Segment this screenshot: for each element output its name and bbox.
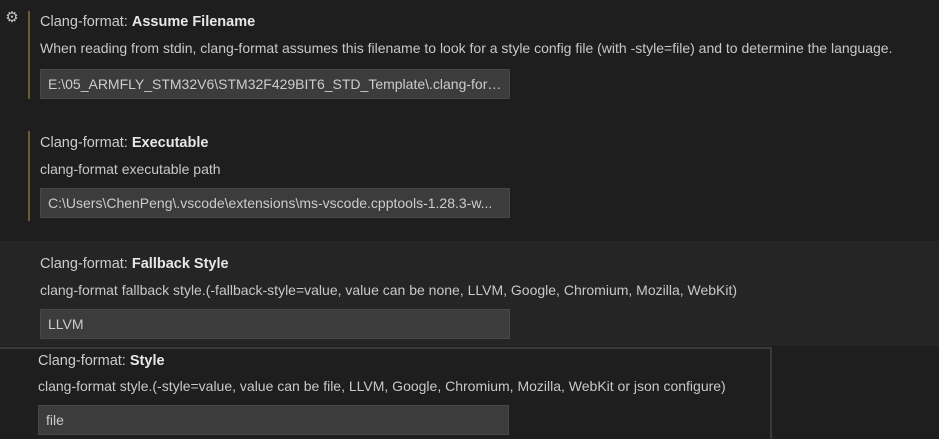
setting-name: Style	[129, 353, 165, 369]
fallback-style-input[interactable]: LLVM	[40, 309, 510, 339]
setting-title: Clang-format: Style	[38, 352, 165, 370]
settings-editor: ⚙ Clang-format: Assume Filename When rea…	[0, 0, 939, 439]
setting-category: Clang-format:	[40, 256, 132, 272]
setting-title: Clang-format: Executable	[40, 134, 208, 152]
setting-category: Clang-format:	[40, 14, 132, 30]
setting-description: clang-format style.(-style=value, value …	[38, 378, 726, 394]
style-input[interactable]: file	[38, 405, 509, 435]
setting-name: Fallback Style	[131, 256, 229, 272]
setting-executable: Clang-format: Executable clang-format ex…	[0, 121, 939, 235]
setting-description: clang-format executable path	[40, 161, 221, 177]
setting-description: clang-format fallback style.(-fallback-s…	[40, 282, 738, 298]
gear-icon[interactable]: ⚙	[4, 10, 20, 26]
setting-name: Executable	[131, 135, 209, 151]
setting-fallback-style: Clang-format: Fallback Style clang-forma…	[0, 241, 939, 346]
setting-title: Clang-format: Assume Filename	[40, 13, 255, 31]
setting-name: Assume Filename	[131, 14, 256, 30]
setting-category: Clang-format:	[38, 353, 130, 369]
setting-title: Clang-format: Fallback Style	[40, 255, 229, 273]
modified-indicator	[28, 131, 30, 221]
executable-input[interactable]: C:\Users\ChenPeng\.vscode\extensions\ms-…	[40, 188, 510, 218]
setting-style: Clang-format: Style clang-format style.(…	[0, 347, 772, 439]
setting-description: When reading from stdin, clang-format as…	[40, 40, 893, 56]
modified-indicator	[28, 11, 30, 99]
setting-assume-filename: ⚙ Clang-format: Assume Filename When rea…	[0, 0, 939, 118]
setting-category: Clang-format:	[40, 135, 132, 151]
assume-filename-input[interactable]: E:\05_ARMFLY_STM32V6\STM32F429BIT6_STD_T…	[40, 69, 510, 99]
